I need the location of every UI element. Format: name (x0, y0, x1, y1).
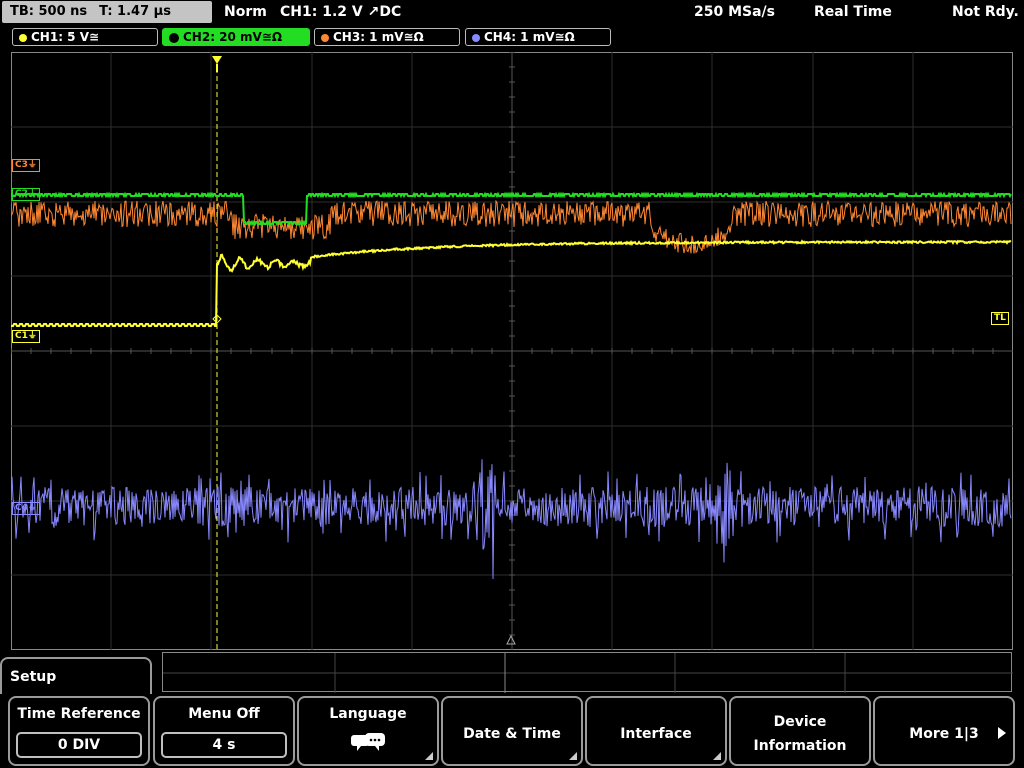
ch4-label: CH4: 1 mV≅Ω (484, 30, 575, 44)
ch4-ground-marker[interactable]: C4⏚ (12, 502, 40, 515)
trigger-status: Not Rdy. (952, 4, 1019, 20)
menu-off-value: 4 s (161, 732, 287, 758)
arrow-right-icon (998, 727, 1006, 739)
time-reference-button[interactable]: Time Reference 0 DIV (8, 696, 150, 766)
language-label: Language (329, 706, 407, 722)
ch2-ground-marker[interactable]: C2⏚ (12, 188, 40, 201)
ch4-waveform (11, 459, 1012, 580)
ch1-label: CH1: 5 V≅ (31, 30, 100, 44)
channel-tabs: CH1: 5 V≅ CH2: 20 mV≅Ω CH3: 1 mV≅Ω CH4: … (0, 26, 1024, 48)
ch2-dot-icon (169, 32, 179, 43)
ch1-ground-marker[interactable]: C1⏚ (12, 330, 40, 343)
menu-title: Setup (10, 669, 57, 685)
menu-off-label: Menu Off (188, 706, 260, 722)
status-bar: TB: 500 ns T: 1.47 µs Norm CH1: 1.2 V ↗DC… (0, 0, 1024, 24)
more-label: More 1|3 (909, 726, 979, 742)
channel-tab-ch1[interactable]: CH1: 5 V≅ (12, 28, 158, 46)
acquisition-mode: Real Time (814, 4, 892, 20)
graticule (11, 52, 1013, 650)
time-reference-value: 0 DIV (16, 732, 142, 758)
ch3-label: CH3: 1 mV≅Ω (333, 30, 424, 44)
channel-tab-ch4[interactable]: CH4: 1 mV≅Ω (465, 28, 611, 46)
speech-bubble-icon (351, 733, 385, 751)
trigger-mode: Norm (224, 4, 267, 20)
timebase-label: TB: 500 ns (10, 4, 88, 19)
more-button[interactable]: More 1|3 (873, 696, 1015, 766)
waveform-plot (11, 52, 1013, 650)
interface-button[interactable]: Interface (585, 696, 727, 766)
trigger-time-label: T: 1.47 µs (99, 4, 171, 19)
trigger-info: CH1: 1.2 V ↗DC (280, 4, 402, 20)
ch4-dot-icon (472, 33, 480, 42)
channel-tab-ch2[interactable]: CH2: 20 mV≅Ω (162, 28, 310, 46)
ch3-dot-icon (321, 33, 329, 42)
language-button[interactable]: Language (297, 696, 439, 766)
trigger-position-icon[interactable] (212, 56, 222, 64)
ch1-waveform (11, 239, 1012, 327)
time-reference-label: Time Reference (17, 706, 141, 722)
menu-off-button[interactable]: Menu Off 4 s (153, 696, 295, 766)
setup-menu-tab[interactable]: Setup (0, 657, 152, 697)
interface-label: Interface (620, 726, 692, 742)
date-time-label: Date & Time (463, 726, 561, 742)
ch3-ground-marker[interactable]: C3⏚ (12, 159, 40, 172)
channel-tab-ch3[interactable]: CH3: 1 mV≅Ω (314, 28, 460, 46)
submenu-indicator-icon (713, 752, 721, 760)
timebase-box[interactable]: TB: 500 ns T: 1.47 µs (2, 1, 212, 23)
center-arrow-icon (506, 634, 516, 645)
lower-panel (162, 652, 1013, 693)
sample-rate: 250 MSa/s (694, 4, 776, 20)
ch1-dot-icon (19, 33, 27, 42)
submenu-indicator-icon (569, 752, 577, 760)
device-info-label-1: Device (773, 714, 827, 730)
device-information-button[interactable]: Device Information (729, 696, 871, 766)
trigger-level-marker[interactable]: TL (991, 312, 1009, 325)
date-time-button[interactable]: Date & Time (441, 696, 583, 766)
lower-grid (163, 653, 1013, 693)
ch2-label: CH2: 20 mV≅Ω (183, 30, 283, 44)
submenu-indicator-icon (425, 752, 433, 760)
softkey-bar: Time Reference 0 DIV Menu Off 4 s Langua… (0, 694, 1024, 768)
device-info-label-2: Information (753, 738, 847, 754)
